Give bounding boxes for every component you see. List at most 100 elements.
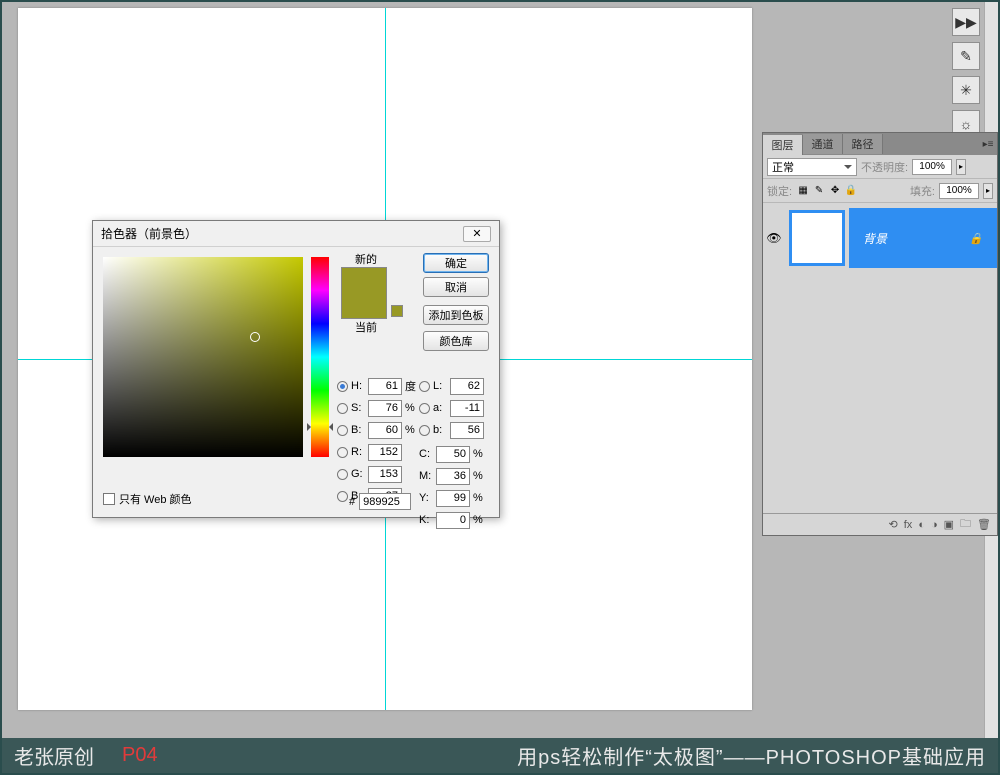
layer-name-strip[interactable]: 背景 🔒 [849,208,997,268]
input-c[interactable]: 50 [436,446,470,463]
input-s[interactable]: 76 [368,400,402,417]
close-button[interactable]: ✕ [463,226,491,242]
add-swatch-button[interactable]: 添加到色板 [423,305,489,325]
layer-list: 👁 背景 🔒 [763,203,997,513]
color-libraries-button[interactable]: 颜色库 [423,331,489,351]
value-grid-left: H: 61 度 S: 76 % B: 60 % [337,375,421,507]
opacity-value[interactable]: 100% [912,159,952,175]
input-lab-b[interactable]: 56 [450,422,484,439]
trash-icon[interactable]: 🗑 [977,518,991,531]
radio-bb[interactable] [337,491,348,502]
hex-input[interactable]: 989925 [359,493,411,510]
radio-g[interactable] [337,469,348,480]
label-b: B: [351,424,365,436]
input-b[interactable]: 60 [368,422,402,439]
cancel-button[interactable]: 取消 [423,277,489,297]
opacity-label: 不透明度: [861,159,908,175]
swatch-compare[interactable] [341,267,387,319]
web-colors-label: 只有 Web 颜色 [119,491,192,507]
new-layer-icon[interactable]: 🗀 [960,515,971,534]
label-s: S: [351,402,365,414]
radio-lab-b[interactable] [419,425,430,436]
mask-icon[interactable]: ◐ [918,519,925,531]
radio-a[interactable] [419,403,430,414]
adjustment-icon[interactable]: ✳ [952,76,980,104]
value-grid-cmyk: C: 50 % M: 36 % Y: 99 % K: 0 % [419,443,489,531]
value-grid-lab: L: 62 a: -11 b: 56 [419,375,484,441]
label-l: L: [433,380,447,392]
color-picker-dialog: 拾色器（前景色） ✕ 新的 当前 确定 取消 添加到色板 颜色库 [92,220,500,518]
label-k: K: [419,514,433,526]
opacity-flyout-icon[interactable]: ▸ [956,159,966,175]
current-color-label: 当前 [341,319,391,335]
ok-button[interactable]: 确定 [423,253,489,273]
lock-all-icon[interactable]: 🔒 [844,184,858,198]
caption-page: P04 [122,744,158,767]
blend-opacity-row: 正常 不透明度: 100% ▸ [763,155,997,179]
history-icon[interactable]: ✎ [952,42,980,70]
radio-r[interactable] [337,447,348,458]
label-m: M: [419,470,433,482]
hex-prefix: # [349,496,355,508]
layers-panel: 图层 通道 路径 ▸≡ 正常 不透明度: 100% ▸ 锁定: ▦ ✎ ✥ 🔒 … [762,132,998,536]
lock-label: 锁定: [767,183,792,199]
blend-mode-select[interactable]: 正常 [767,158,857,176]
label-y: Y: [419,492,433,504]
label-r: R: [351,446,365,458]
adjustment-layer-icon[interactable]: ◑ [931,519,938,531]
panel-menu-icon[interactable]: ▸≡ [979,139,997,150]
tab-layers[interactable]: 图层 [763,135,803,155]
dialog-titlebar[interactable]: 拾色器（前景色） ✕ [93,221,499,247]
input-h[interactable]: 61 [368,378,402,395]
warning-swatch[interactable] [391,305,403,317]
layer-thumbnail[interactable] [789,210,845,266]
visibility-eye-icon[interactable]: 👁 [763,203,785,273]
layer-name: 背景 [863,230,887,247]
fx-icon[interactable]: fx [904,519,913,531]
label-h: H: [351,380,365,392]
input-r[interactable]: 152 [368,444,402,461]
input-k[interactable]: 0 [436,512,470,529]
layers-footer: ⟲ fx ◐ ◑ ▣ 🗀 🗑 [763,513,997,535]
input-m[interactable]: 36 [436,468,470,485]
label-c: C: [419,448,433,460]
layer-lock-icon: 🔒 [969,232,983,245]
radio-s[interactable] [337,403,348,414]
color-cursor[interactable] [250,332,260,342]
workspace: ▶▶ ✎ ✳ ☼ 图层 通道 路径 ▸≡ 正常 不透明度: 100% ▸ 锁定:… [2,2,998,738]
link-layers-icon[interactable]: ⟲ [889,518,898,531]
tab-paths[interactable]: 路径 [843,134,883,154]
saturation-field[interactable] [103,257,303,457]
fill-flyout-icon[interactable]: ▸ [983,183,993,199]
lock-position-icon[interactable]: ✥ [828,184,842,198]
panel-toggle-icon[interactable]: ▶▶ [952,8,980,36]
fill-value[interactable]: 100% [939,183,979,199]
lock-brush-icon[interactable]: ✎ [812,184,826,198]
fill-label: 填充: [910,183,935,199]
radio-l[interactable] [419,381,430,392]
radio-b[interactable] [337,425,348,436]
input-l[interactable]: 62 [450,378,484,395]
radio-h[interactable] [337,381,348,392]
label-a: a: [433,402,447,414]
hex-row: # 989925 [349,493,411,510]
lock-pixels-icon[interactable]: ▦ [796,184,810,198]
layer-item[interactable]: 👁 背景 🔒 [763,203,997,273]
group-icon[interactable]: ▣ [944,518,954,531]
input-y[interactable]: 99 [436,490,470,507]
web-colors-checkbox[interactable] [103,493,115,505]
swatch-new [342,268,386,293]
dialog-title: 拾色器（前景色） [101,225,197,242]
panel-tabs: 图层 通道 路径 ▸≡ [763,133,997,155]
hue-slider-handle[interactable] [307,423,333,431]
caption-author: 老张原创 [14,741,94,770]
input-a[interactable]: -11 [450,400,484,417]
tab-channels[interactable]: 通道 [803,134,843,154]
right-tool-dock: ▶▶ ✎ ✳ ☼ [952,8,980,144]
caption-bar: 老张原创 P04 用ps轻松制作“太极图”——PHOTOSHOP基础应用 [2,738,998,773]
web-colors-only[interactable]: 只有 Web 颜色 [103,491,192,507]
label-lab-b: b: [433,424,447,436]
new-color-label: 新的 [341,251,391,267]
swatch-current [342,293,386,318]
input-g[interactable]: 153 [368,466,402,483]
